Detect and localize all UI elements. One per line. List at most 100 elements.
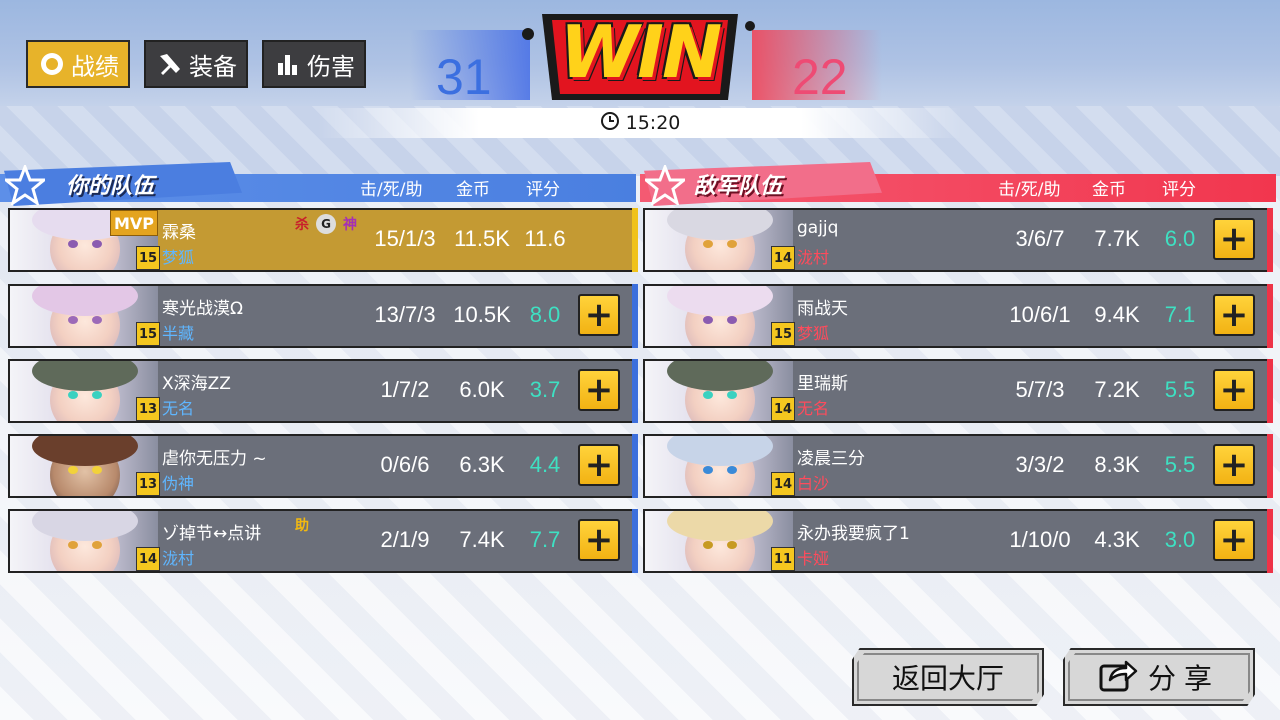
player-name: 雨战天 — [797, 299, 848, 319]
win-text: WIN — [559, 10, 722, 94]
record-icon — [37, 49, 67, 79]
enemy-player-row[interactable]: 14 里瑞斯 无名 5/7/3 7.2K 5.5 + — [643, 359, 1273, 423]
enemy-col-kda: 击/死/助 — [998, 180, 1061, 200]
tab-damage[interactable]: 伤害 — [262, 40, 366, 88]
equipment-icon — [155, 49, 185, 79]
row-edge — [1267, 509, 1273, 573]
share-button[interactable]: 分享 — [1063, 648, 1255, 706]
player-score: 3.0 — [1164, 527, 1196, 552]
player-name: gajjq — [797, 218, 839, 238]
ally-player-row[interactable]: MVP 15 霖桑 梦狐 杀 G 神 15/1/3 11.5K 11.6 — [8, 208, 638, 272]
hero-name: 泷村 — [797, 248, 830, 267]
row-edge — [1267, 284, 1273, 348]
player-gold: 9.4K — [1094, 302, 1140, 327]
share-label: 分享 — [1147, 662, 1220, 695]
bar-chart-icon — [273, 49, 303, 79]
player-gold: 7.2K — [1094, 377, 1140, 402]
ally-player-row[interactable]: 13 虐你无压力 ~ 伪神 0/6/6 6.3K 4.4 + — [8, 434, 638, 498]
add-friend-button[interactable]: + — [578, 444, 620, 486]
ally-team-title: 你的队伍 — [66, 174, 155, 199]
hero-name: 卡娅 — [797, 549, 830, 568]
hero-name: 半藏 — [162, 324, 195, 343]
player-score: 8.0 — [529, 302, 561, 327]
player-level: 15 — [771, 322, 795, 346]
star-icon — [644, 164, 686, 206]
hero-name: 无名 — [162, 399, 195, 418]
player-score: 3.7 — [529, 377, 561, 402]
row-edge — [632, 208, 638, 272]
row-edge — [1267, 434, 1273, 498]
player-level: 14 — [136, 547, 160, 571]
enemy-col-gold: 金币 — [1092, 180, 1126, 200]
share-icon — [1098, 656, 1138, 699]
win-banner: WIN — [522, 4, 758, 102]
enemy-player-row[interactable]: 14 凌晨三分 白沙 3/3/2 8.3K 5.5 + — [643, 434, 1273, 498]
row-edge — [632, 509, 638, 573]
enemy-player-row[interactable]: 15 雨战天 梦狐 10/6/1 9.4K 7.1 + — [643, 284, 1273, 348]
ally-col-kda: 击/死/助 — [360, 180, 423, 200]
player-level: 14 — [771, 246, 795, 270]
enemy-player-row[interactable]: 11 永办我要疯了1 卡娅 1/10/0 4.3K 3.0 + — [643, 509, 1273, 573]
player-gold: 6.3K — [459, 452, 505, 477]
player-level: 14 — [771, 472, 795, 496]
player-score: 7.7 — [529, 527, 561, 552]
enemy-team-header: 敌军队伍 击/死/助 金币 评分 — [640, 162, 1276, 206]
hero-name: 无名 — [797, 399, 830, 418]
tab-equipment-label: 装备 — [189, 52, 237, 81]
add-friend-button[interactable]: + — [1213, 218, 1255, 260]
add-friend-button[interactable]: + — [578, 294, 620, 336]
player-level: 15 — [136, 322, 160, 346]
enemy-team-title: 敌军队伍 — [694, 174, 783, 199]
ally-player-row[interactable]: 13 X深海ZZ 无名 1/7/2 6.0K 3.7 + — [8, 359, 638, 423]
player-gold: 11.5K — [454, 226, 510, 251]
hero-name: 梦狐 — [162, 248, 195, 267]
return-lobby-label: 返回大厅 — [891, 662, 1004, 695]
player-name: 虐你无压力 ~ — [162, 449, 267, 469]
kill-honor-icon: 杀 — [295, 217, 309, 233]
hero-name: 白沙 — [797, 474, 830, 493]
player-name: 里瑞斯 — [797, 374, 848, 394]
player-score: 4.4 — [529, 452, 561, 477]
player-level: 15 — [136, 246, 160, 270]
match-timer: 15:20 — [318, 108, 962, 138]
player-name: 永办我要疯了1 — [797, 524, 910, 544]
row-edge — [632, 359, 638, 423]
player-score: 5.5 — [1164, 452, 1196, 477]
row-edge — [1267, 208, 1273, 272]
assist-honor-icon: 助 — [295, 518, 309, 534]
add-friend-button[interactable]: + — [578, 369, 620, 411]
tab-record-label: 战绩 — [71, 52, 119, 81]
return-lobby-button[interactable]: 返回大厅 — [852, 648, 1044, 706]
enemy-col-score: 评分 — [1162, 180, 1196, 200]
add-friend-button[interactable]: + — [1213, 444, 1255, 486]
ally-team-header: 你的队伍 击/死/助 金币 评分 — [0, 162, 636, 206]
ally-player-row[interactable]: 15 寒光战漠Ω 半藏 13/7/3 10.5K 8.0 + — [8, 284, 638, 348]
player-level: 11 — [771, 547, 795, 571]
ally-player-row[interactable]: 14 ゾ掉节↔点讲 泷村 助 2/1/9 7.4K 7.7 + — [8, 509, 638, 573]
add-friend-button[interactable]: + — [1213, 369, 1255, 411]
player-gold: 7.4K — [459, 527, 505, 552]
ally-col-score: 评分 — [526, 180, 560, 200]
enemy-player-row[interactable]: 14 gajjq 泷村 3/6/7 7.7K 6.0 + — [643, 208, 1273, 272]
hero-name: 伪神 — [162, 474, 195, 493]
hero-name: 梦狐 — [797, 324, 830, 343]
match-duration: 15:20 — [625, 112, 681, 134]
player-name: X深海ZZ — [162, 374, 231, 394]
add-friend-button[interactable]: + — [1213, 519, 1255, 561]
tab-equipment[interactable]: 装备 — [144, 40, 248, 88]
row-edge — [632, 434, 638, 498]
star-icon — [4, 164, 46, 206]
player-gold: 10.5K — [453, 302, 511, 327]
player-name: 凌晨三分 — [797, 449, 865, 469]
player-level: 13 — [136, 472, 160, 496]
player-name: 寒光战漠Ω — [162, 299, 243, 319]
tab-damage-label: 伤害 — [307, 52, 355, 81]
tab-record[interactable]: 战绩 — [26, 40, 130, 88]
add-friend-button[interactable]: + — [578, 519, 620, 561]
row-edge — [632, 284, 638, 348]
ally-col-gold: 金币 — [456, 180, 490, 200]
player-gold: 6.0K — [459, 377, 505, 402]
player-gold: 7.7K — [1094, 226, 1140, 251]
add-friend-button[interactable]: + — [1213, 294, 1255, 336]
player-score: 5.5 — [1164, 377, 1196, 402]
